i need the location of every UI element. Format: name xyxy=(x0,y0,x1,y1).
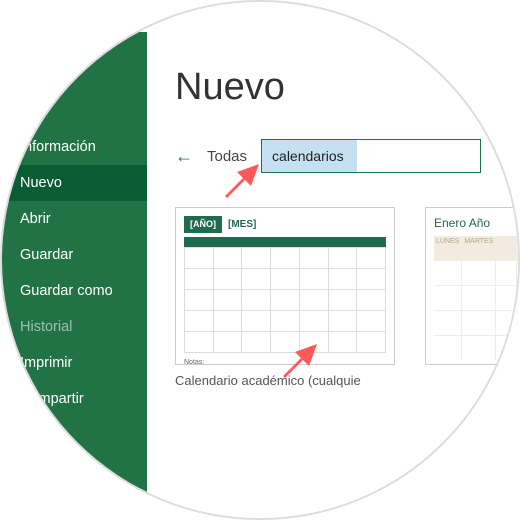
notes-label: Notas: xyxy=(184,359,386,366)
sidebar: Información Nuevo Abrir Guardar Guardar … xyxy=(0,32,147,512)
search-row: ← Todas xyxy=(175,139,520,173)
sidebar-item-compartir[interactable]: Compartir xyxy=(0,381,147,417)
search-back-icon[interactable]: ← xyxy=(175,146,193,167)
template-thumbnail[interactable]: Enero Año LUNESMARTES xyxy=(425,207,520,365)
back-button[interactable] xyxy=(12,67,56,111)
template-item[interactable]: Enero Año LUNESMARTES xyxy=(425,207,520,388)
template-gallery: [AÑO] [MES] Notas: Calenda xyxy=(175,207,520,388)
filter-label[interactable]: Todas xyxy=(207,148,247,165)
template-search-input[interactable] xyxy=(261,139,481,173)
sidebar-item-abrir[interactable]: Abrir xyxy=(0,201,147,237)
thumb-title: Enero Año xyxy=(434,216,520,230)
sidebar-item-historial[interactable]: Historial xyxy=(0,309,147,345)
excel-backstage: Información Nuevo Abrir Guardar Guardar … xyxy=(0,32,520,512)
template-thumbnail[interactable]: [AÑO] [MES] Notas: xyxy=(175,207,395,365)
year-tag: [AÑO] xyxy=(184,216,222,233)
sidebar-item-guardar-como[interactable]: Guardar como xyxy=(0,273,147,309)
sidebar-item-nuevo[interactable]: Nuevo xyxy=(0,165,147,201)
sidebar-item-imprimir[interactable]: Imprimir xyxy=(0,345,147,381)
month-tag: [MES] xyxy=(226,216,258,233)
sidebar-item-informacion[interactable]: Información xyxy=(0,129,147,165)
sidebar-item-guardar[interactable]: Guardar xyxy=(0,237,147,273)
template-item[interactable]: [AÑO] [MES] Notas: Calenda xyxy=(175,207,395,388)
calendar-grid xyxy=(184,247,386,353)
back-arrow-icon xyxy=(23,78,45,100)
page-title: Nuevo xyxy=(175,66,520,109)
template-caption: Calendario académico (cualquie xyxy=(175,373,395,388)
main-panel: Nuevo ← Todas [AÑO] [MES] xyxy=(147,32,520,512)
calendar-grid: LUNESMARTES xyxy=(434,236,520,360)
